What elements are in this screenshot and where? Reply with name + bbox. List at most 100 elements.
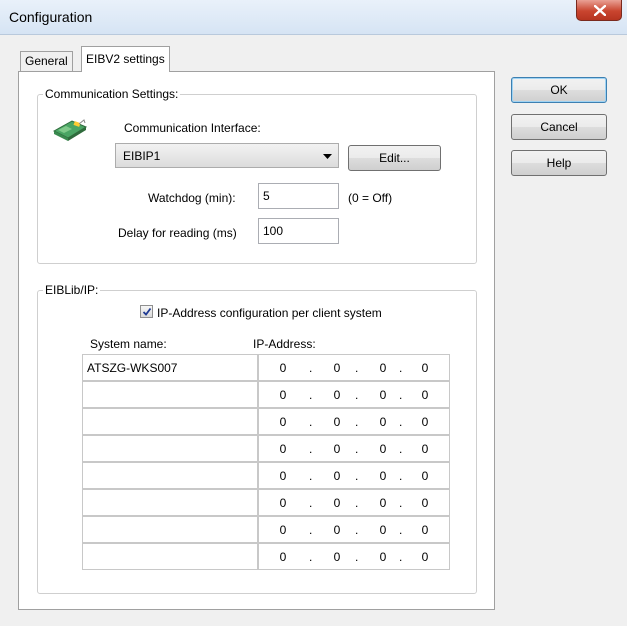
ip-octet[interactable]: 0 <box>277 523 289 537</box>
ip-octet[interactable]: 0 <box>331 415 343 429</box>
delay-label: Delay for reading (ms) <box>118 226 237 240</box>
ip-octet[interactable]: 0 <box>277 550 289 564</box>
ip-octet[interactable]: 0 <box>277 442 289 456</box>
watchdog-label: Watchdog (min): <box>148 191 236 205</box>
ip-octet[interactable]: 0 <box>277 415 289 429</box>
eiblib-ip-legend: EIBLib/IP: <box>43 283 101 297</box>
ip-address-cell[interactable]: 0. 0. 0. 0 <box>258 489 450 516</box>
ip-dot-separator: . <box>355 469 359 483</box>
ip-octet[interactable]: 0 <box>331 442 343 456</box>
communication-interface-label: Communication Interface: <box>124 121 261 135</box>
ip-dot-separator: . <box>399 523 403 537</box>
ip-octet[interactable]: 0 <box>419 469 431 483</box>
ip-octet[interactable]: 0 <box>419 523 431 537</box>
ip-octet[interactable]: 0 <box>277 388 289 402</box>
ip-dot-separator: . <box>355 361 359 375</box>
system-name-cell[interactable] <box>82 516 258 543</box>
ip-octet[interactable]: 0 <box>419 496 431 510</box>
system-name-cell[interactable] <box>82 462 258 489</box>
ip-octet[interactable]: 0 <box>331 469 343 483</box>
ip-octet[interactable]: 0 <box>419 415 431 429</box>
ip-dot-separator: . <box>355 415 359 429</box>
ip-octet[interactable]: 0 <box>377 442 389 456</box>
system-name-cell[interactable] <box>82 489 258 516</box>
ip-octet[interactable]: 0 <box>277 496 289 510</box>
ip-dot-separator: . <box>309 361 313 375</box>
ip-octet[interactable]: 0 <box>331 550 343 564</box>
cancel-button[interactable]: Cancel <box>511 114 607 140</box>
ip-octet[interactable]: 0 <box>377 415 389 429</box>
ip-octet[interactable]: 0 <box>419 550 431 564</box>
ip-octet[interactable]: 0 <box>377 496 389 510</box>
communication-interface-select[interactable]: EIBIP1 <box>115 143 339 168</box>
ip-octet[interactable]: 0 <box>331 523 343 537</box>
ip-dot-separator: . <box>399 550 403 564</box>
tab-general[interactable]: General <box>20 51 73 71</box>
ip-octet[interactable]: 0 <box>419 442 431 456</box>
ip-octet[interactable]: 0 <box>377 469 389 483</box>
ip-octet[interactable]: 0 <box>331 496 343 510</box>
ip-dot-separator: . <box>309 523 313 537</box>
system-name-cell[interactable] <box>82 408 258 435</box>
ip-octet[interactable]: 0 <box>377 361 389 375</box>
communication-settings-legend: Communication Settings: <box>43 87 181 101</box>
ip-dot-separator: . <box>309 415 313 429</box>
watchdog-hint: (0 = Off) <box>348 191 393 205</box>
ip-dot-separator: . <box>355 388 359 402</box>
system-name-cell[interactable]: ATSZG-WKS007 <box>82 354 258 381</box>
ip-octet[interactable]: 0 <box>377 523 389 537</box>
ip-octet[interactable]: 0 <box>277 361 289 375</box>
checkmark-icon <box>142 307 152 316</box>
communication-interface-value: EIBIP1 <box>123 149 161 163</box>
ip-address-cell[interactable]: 0. 0. 0. 0 <box>258 435 450 462</box>
ip-address-cell[interactable]: 0. 0. 0. 0 <box>258 543 450 570</box>
ip-dot-separator: . <box>309 550 313 564</box>
ip-dot-separator: . <box>399 496 403 510</box>
ip-config-checkbox[interactable] <box>140 305 153 318</box>
ip-octet[interactable]: 0 <box>419 388 431 402</box>
ip-address-cell[interactable]: 0. 0. 0. 0 <box>258 516 450 543</box>
ip-dot-separator: . <box>309 496 313 510</box>
ip-dot-separator: . <box>355 442 359 456</box>
ip-address-cell[interactable]: 0. 0. 0. 0 <box>258 381 450 408</box>
ip-octet[interactable]: 0 <box>419 361 431 375</box>
title-bar[interactable]: Configuration <box>0 0 627 35</box>
ip-dot-separator: . <box>399 415 403 429</box>
delay-input[interactable]: 100 <box>258 218 339 244</box>
column-header-system-name: System name: <box>90 337 167 351</box>
close-icon <box>594 5 606 16</box>
edit-interface-button[interactable]: Edit... <box>348 145 441 171</box>
ip-octet[interactable]: 0 <box>377 550 389 564</box>
watchdog-input[interactable]: 5 <box>258 183 339 209</box>
ip-octet[interactable]: 0 <box>331 388 343 402</box>
ip-dot-separator: . <box>355 523 359 537</box>
system-name-cell[interactable] <box>82 435 258 462</box>
chevron-down-icon <box>323 154 332 159</box>
ip-octet[interactable]: 0 <box>331 361 343 375</box>
system-name-cell[interactable] <box>82 543 258 570</box>
ip-dot-separator: . <box>309 442 313 456</box>
ip-dot-separator: . <box>399 388 403 402</box>
ip-dot-separator: . <box>309 469 313 483</box>
window-title: Configuration <box>9 9 93 25</box>
ip-dot-separator: . <box>399 442 403 456</box>
communication-settings-group <box>37 94 477 264</box>
ip-dot-separator: . <box>309 388 313 402</box>
tab-eibv2-settings[interactable]: EIBV2 settings <box>81 46 170 72</box>
ok-button[interactable]: OK <box>511 77 607 103</box>
ip-dot-separator: . <box>355 496 359 510</box>
ip-address-cell[interactable]: 0. 0. 0. 0 <box>258 462 450 489</box>
ip-octet[interactable]: 0 <box>377 388 389 402</box>
network-card-icon <box>52 117 88 144</box>
ip-dot-separator: . <box>399 361 403 375</box>
close-button[interactable] <box>576 0 622 21</box>
ip-address-cell[interactable]: 0. 0. 0. 0 <box>258 408 450 435</box>
ip-dot-separator: . <box>399 469 403 483</box>
help-button[interactable]: Help <box>511 150 607 176</box>
column-header-ip-address: IP-Address: <box>253 337 316 351</box>
ip-octet[interactable]: 0 <box>277 469 289 483</box>
ip-dot-separator: . <box>355 550 359 564</box>
system-name-cell[interactable] <box>82 381 258 408</box>
ip-config-checkbox-label[interactable]: IP-Address configuration per client syst… <box>157 306 382 320</box>
ip-address-cell[interactable]: 0. 0. 0. 0 <box>258 354 450 381</box>
